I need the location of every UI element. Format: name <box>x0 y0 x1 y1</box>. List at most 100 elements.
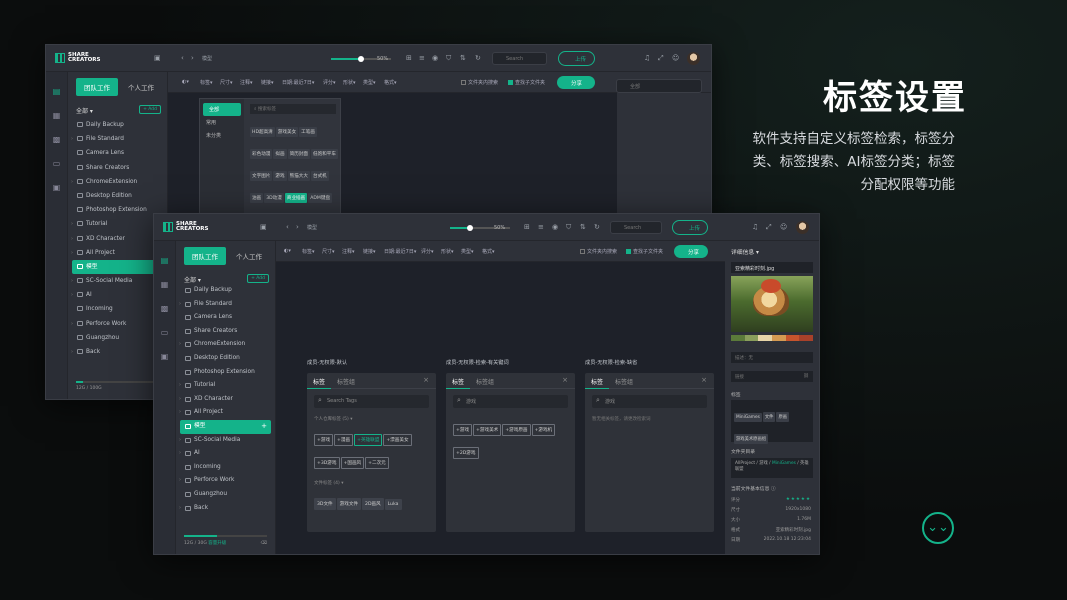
folder-item[interactable]: Guangzhou <box>176 488 275 502</box>
palette-swatch[interactable] <box>799 335 814 341</box>
bell-icon[interactable]: ♫ <box>752 223 758 231</box>
add-subfolder-icon[interactable]: + <box>261 420 267 434</box>
search-input[interactable]: Search <box>492 52 547 65</box>
tag-chip[interactable]: 游戏文件 <box>336 498 362 510</box>
folder-item-selected[interactable]: 模型 + <box>180 419 271 434</box>
tag-chip[interactable]: +国画风 <box>340 457 365 469</box>
tag-chip[interactable]: +英雄联盟 <box>354 434 383 446</box>
tag-chip[interactable]: 工笔画 <box>299 127 317 137</box>
sort-icon[interactable]: ⇅ <box>460 54 466 62</box>
folder-item[interactable]: Camera Lens <box>68 146 167 160</box>
palette-swatch[interactable] <box>785 335 800 341</box>
upgrade-storage-link[interactable]: 容量升级 <box>208 541 226 546</box>
tag-chip[interactable]: 3D动漫 <box>264 193 284 203</box>
folder-item[interactable]: › SC-Social Media <box>176 434 275 448</box>
back-icon[interactable]: ‹ <box>181 54 184 62</box>
tag-chip[interactable]: ADM键盘 <box>308 193 333 203</box>
briefcase-nav-icon[interactable]: ▩ <box>52 136 61 144</box>
forward-icon[interactable]: › <box>191 54 194 62</box>
all-folders-label[interactable]: 全部 ▾ <box>184 275 201 284</box>
user-icon[interactable]: ☺ <box>780 223 787 231</box>
share-button[interactable]: 分享 <box>674 245 708 258</box>
all-folders-label[interactable]: 全部 ▾ <box>76 106 93 115</box>
filter-size[interactable]: 尺寸▾ <box>220 79 233 86</box>
user-icon[interactable]: ☺ <box>672 54 679 62</box>
right-filter-input[interactable]: 全部 <box>616 79 702 93</box>
tag-chip[interactable]: HD超高清 <box>250 127 275 137</box>
filter-tags[interactable]: 标签▾ <box>302 248 315 255</box>
share-button[interactable]: 分享 <box>557 76 595 89</box>
tag-chip[interactable]: 3D文件 <box>314 498 336 510</box>
forward-icon[interactable]: › <box>296 223 299 231</box>
close-icon[interactable]: × <box>423 376 429 384</box>
sort-icon[interactable]: ⇅ <box>580 223 586 231</box>
folder-item[interactable]: Photoshop Extension <box>176 366 275 380</box>
tag-category-uncategorized[interactable]: 未分类 <box>200 129 244 142</box>
folder-item[interactable]: › File Standard <box>68 132 167 146</box>
details-title[interactable]: 详细信息 ▾ <box>731 247 759 256</box>
tag-chip[interactable]: +游戏美术 <box>473 424 502 436</box>
tag-chip[interactable]: Luka <box>384 499 402 510</box>
filter-tags[interactable]: 标签▾ <box>200 79 213 86</box>
tag-chip[interactable]: +游戏原画 <box>502 424 531 436</box>
filter-icon[interactable]: ⛉ <box>446 54 451 62</box>
tag-chip[interactable]: 拟画 <box>273 149 287 159</box>
close-icon[interactable]: × <box>562 376 568 384</box>
folder-item[interactable]: › File Standard <box>176 298 275 312</box>
filter-type[interactable]: 类型▾ <box>461 248 474 255</box>
folder-item[interactable]: Incoming <box>176 461 275 475</box>
filter-link[interactable]: 链接▾ <box>261 79 274 86</box>
filter-size[interactable]: 尺寸▾ <box>322 248 335 255</box>
tag-chip[interactable]: +二次元 <box>365 457 389 469</box>
link-icon[interactable]: ⛓ <box>803 374 809 379</box>
tag-category-common[interactable]: 常用 <box>200 116 244 129</box>
folder-item[interactable]: › XD Character <box>176 393 275 407</box>
filter-notes[interactable]: 注释▾ <box>240 79 253 86</box>
filter-format[interactable]: 格式▾ <box>384 79 397 86</box>
color-filter-icon[interactable]: ◐▾ <box>284 248 291 254</box>
search-input[interactable]: Search <box>610 221 662 234</box>
folder-item[interactable]: › Perforce Work <box>176 474 275 488</box>
tag-chip[interactable]: +2D游戏 <box>453 447 479 459</box>
tag-panel-tab[interactable]: 标签组 <box>609 373 639 389</box>
tag-chip[interactable]: MiniGames <box>734 413 762 422</box>
subfolders-checkbox[interactable]: 查找子文件夹 <box>508 79 545 86</box>
folder-item-selected[interactable]: 模型 <box>72 259 163 275</box>
folder-item[interactable]: Share Creators <box>176 325 275 339</box>
scroll-down-icon[interactable]: ⌄⌄ <box>922 512 954 544</box>
tag-panel-tab[interactable]: 标签 <box>585 373 610 389</box>
tag-chip[interactable]: 油画 <box>250 193 264 203</box>
tab-team-work[interactable]: 团队工作 <box>76 78 118 96</box>
add-button[interactable]: + Add <box>247 274 269 283</box>
trash-icon[interactable]: ⌫ <box>261 541 267 546</box>
eye-icon[interactable]: ◉ <box>552 223 558 231</box>
list-view-icon[interactable]: ≡ <box>538 223 544 231</box>
folder-item[interactable]: › ChromeExtension <box>176 338 275 352</box>
tag-panel-tab[interactable]: 标签 <box>446 373 471 389</box>
folder-item[interactable]: › Back <box>176 502 275 516</box>
folder-item[interactable]: › ChromeExtension <box>68 175 167 189</box>
sidebar-toggle-icon[interactable]: ▣ <box>260 223 267 231</box>
eye-icon[interactable]: ◉ <box>432 54 438 62</box>
tag-chip[interactable]: 简历封面 <box>287 149 310 159</box>
folder-item[interactable]: › Tutorial <box>176 379 275 393</box>
bell-icon[interactable]: ♫ <box>644 54 650 62</box>
tag-chip[interactable]: 游戏 <box>273 171 287 181</box>
folder-item[interactable]: Daily Backup <box>176 284 275 298</box>
folder-path[interactable]: AllProject / 游戏 / MiniGames / 英雄联盟 <box>731 458 813 478</box>
tag-chip[interactable]: +游戏 <box>453 424 473 436</box>
inbox-nav-icon[interactable]: ▣ <box>160 353 169 361</box>
refresh-icon[interactable]: ↻ <box>475 54 481 62</box>
meta-value[interactable]: ★★★★★ <box>786 497 811 503</box>
file-tags-box[interactable]: MiniGames 文件 原画游戏美术原画组 <box>731 400 813 444</box>
tag-chip[interactable]: 台式机 <box>310 171 329 181</box>
folder-item[interactable]: Daily Backup <box>68 118 167 132</box>
back-icon[interactable]: ‹ <box>286 223 289 231</box>
palette-swatch[interactable] <box>731 335 745 341</box>
tag-chip[interactable]: 游戏美女 <box>275 127 299 137</box>
palette-swatch[interactable] <box>744 335 759 341</box>
filter-date[interactable]: 日期:最近7日▾ <box>384 248 416 255</box>
calendar-nav-icon[interactable]: ▦ <box>160 281 169 289</box>
avatar[interactable] <box>687 52 700 65</box>
fullscreen-icon[interactable]: ⤢ <box>766 223 772 231</box>
